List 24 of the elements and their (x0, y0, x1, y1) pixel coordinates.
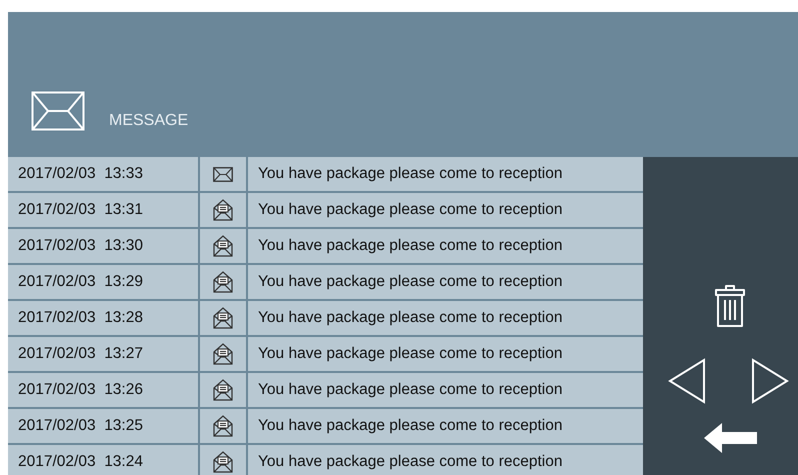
message-text[interactable]: You have package please come to reception (248, 265, 643, 299)
message-time: 2017/02/03 13:30 (8, 229, 200, 263)
message-time: 2017/02/03 13:29 (8, 265, 200, 299)
message-text[interactable]: You have package please come to reception (248, 373, 643, 407)
message-time: 2017/02/03 13:31 (8, 193, 200, 227)
message-time: 2017/02/03 13:28 (8, 301, 200, 335)
message-text[interactable]: You have package please come to reception (248, 445, 643, 475)
message-text[interactable]: You have package please come to reception (248, 157, 643, 191)
message-text[interactable]: You have package please come to reception (248, 301, 643, 335)
header-title: MESSAGE (109, 113, 188, 129)
delete-button[interactable] (714, 284, 746, 328)
message-text[interactable]: You have package please come to reception (248, 409, 643, 443)
previous-button[interactable] (668, 358, 706, 404)
message-time: 2017/02/03 13:26 (8, 373, 200, 407)
back-button[interactable] (704, 423, 758, 453)
message-text[interactable]: You have package please come to reception (248, 337, 643, 371)
next-button[interactable] (751, 358, 789, 404)
message-time: 2017/02/03 13:27 (8, 337, 200, 371)
message-text[interactable]: You have package please come to reception (248, 193, 643, 227)
message-time: 2017/02/03 13:24 (8, 445, 200, 475)
message-text[interactable]: You have package please come to reception (248, 229, 643, 263)
message-time: 2017/02/03 13:25 (8, 409, 200, 443)
envelope-icon (31, 91, 85, 131)
message-time: 2017/02/03 13:33 (8, 157, 200, 191)
